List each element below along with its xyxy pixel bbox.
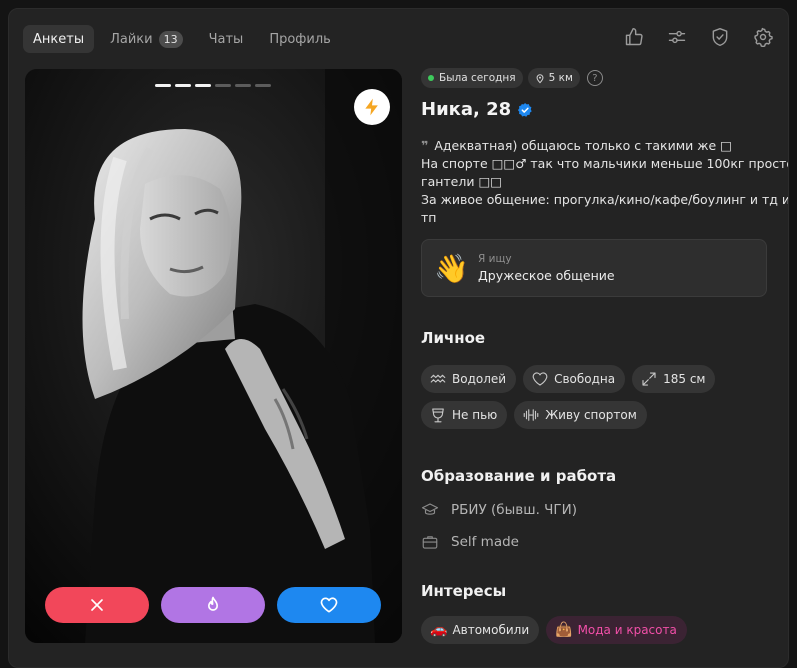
top-actions (602, 26, 774, 48)
tab-chats[interactable]: Чаты (199, 25, 254, 53)
personal-section-title: Личное (421, 329, 486, 347)
photo-progress-segment[interactable] (195, 84, 211, 87)
tab-label: Анкеты (33, 31, 85, 47)
shield-check-icon[interactable] (709, 26, 731, 48)
bio-line: тп (421, 210, 437, 225)
close-icon (91, 599, 103, 611)
looking-for-label: Я ищу (478, 253, 512, 265)
looking-for-value: Дружеское общение (478, 268, 615, 283)
personal-pill-alcohol: Не пью (421, 401, 508, 429)
gear-icon[interactable] (752, 26, 774, 48)
online-status-text: Была сегодня (439, 72, 516, 84)
tab-label: Профиль (269, 31, 331, 47)
online-dot (428, 75, 434, 81)
bio-line: На спорте □□♂ так что мальчики меньше 10… (421, 156, 789, 171)
glass-icon (432, 408, 444, 423)
photo-progress-segment[interactable] (255, 84, 271, 87)
pill-label: Свободна (554, 372, 616, 386)
photo-progress (155, 84, 275, 87)
profile-photo (25, 69, 402, 643)
tab-profile[interactable]: Профиль (259, 25, 341, 53)
tab-ankety[interactable]: Анкеты (23, 25, 95, 53)
distance-chip: 5 км (527, 68, 580, 88)
bio-line: За живое общение: прогулка/кино/кафе/боу… (421, 192, 789, 207)
personal-pill-status: Свободна (523, 365, 626, 393)
heart-icon (320, 597, 338, 613)
like-button[interactable] (277, 587, 381, 623)
looking-for-card: 👋 Я ищу Дружеское общение (421, 239, 767, 297)
pill-label: Водолей (452, 372, 507, 386)
dislike-button[interactable] (45, 587, 149, 623)
profile-name: Ника, 28 (421, 99, 512, 120)
bio-text: ❞ Адекватная) общаюсь только с такими же … (421, 137, 789, 227)
top-nav: Анкеты Лайки 13 Чаты Профиль (23, 25, 347, 53)
name-row: Ника, 28 (421, 99, 769, 120)
dumbbell-icon (523, 409, 539, 421)
interests-section-title: Интересы (421, 582, 507, 600)
pill-label: Не пью (452, 408, 498, 422)
interest-label: Мода и красота (577, 623, 677, 637)
personal-pill-zodiac: Водолей (421, 365, 517, 393)
photo-progress-segment[interactable] (175, 84, 191, 87)
tab-label: Лайки (110, 31, 153, 47)
interest-pill-fashion: 👜 Мода и красота (546, 616, 687, 644)
interest-pill-cars: 🚗 Автомобили (421, 616, 540, 644)
education-list: РБИУ (бывш. ЧГИ) Self made (421, 501, 769, 551)
tab-label: Чаты (208, 31, 244, 47)
bio-line: Адекватная) общаюсь только с такими же □ (434, 138, 732, 153)
flame-icon (208, 596, 218, 611)
photo-progress-segment[interactable] (215, 84, 231, 87)
personal-pill-sport: Живу спортом (514, 401, 647, 429)
tab-likes[interactable]: Лайки 13 (100, 25, 193, 53)
interests-pills: 🚗 Автомобили 👜 Мода и красота (421, 616, 769, 652)
waving-hand-icon: 👋 (434, 251, 469, 285)
interest-label: Автомобили (452, 623, 530, 637)
boost-button[interactable] (354, 89, 390, 125)
swipe-actions (45, 587, 381, 623)
pill-label: Живу спортом (545, 408, 637, 422)
distance-text: 5 км (548, 72, 573, 84)
expand-arrows-icon (642, 372, 656, 386)
briefcase-icon (422, 536, 438, 549)
likes-count-badge: 13 (158, 30, 183, 48)
personal-pills: Водолей Свободна 185 см Не пью Живу спор… (421, 365, 769, 437)
quote-icon: ❞ (421, 138, 429, 153)
work-label: Self made (451, 534, 519, 550)
pill-label: 185 см (663, 372, 706, 386)
handbag-icon: 👜 (555, 622, 573, 638)
education-section-title: Образование и работа (421, 467, 617, 485)
education-label: РБИУ (бывш. ЧГИ) (451, 502, 578, 518)
lightning-icon (365, 98, 378, 116)
location-pin-icon (536, 73, 544, 83)
superlike-button[interactable] (161, 587, 265, 623)
education-item: РБИУ (бывш. ЧГИ) (421, 501, 769, 519)
status-row: Была сегодня 5 км ? (421, 68, 769, 88)
online-status-chip: Была сегодня (421, 68, 523, 88)
app-window: Анкеты Лайки 13 Чаты Профиль Была сегодн… (8, 8, 789, 668)
profile-info: Была сегодня 5 км ? Ника, 28 ❞ Адекватная… (421, 68, 789, 652)
thumbs-up-icon[interactable] (623, 26, 645, 48)
aquarius-icon (430, 374, 446, 383)
graduation-cap-icon (421, 503, 439, 515)
photo-progress-segment[interactable] (235, 84, 251, 87)
profile-photo-card[interactable] (25, 69, 402, 643)
personal-pill-height: 185 см (632, 365, 716, 393)
bio-line: гантели □□ (421, 174, 503, 189)
photo-progress-segment[interactable] (155, 84, 171, 87)
car-icon: 🚗 (430, 622, 448, 638)
help-icon[interactable]: ? (586, 70, 603, 86)
work-item: Self made (421, 533, 769, 551)
verified-icon (518, 102, 532, 117)
heart-outline-icon (532, 372, 548, 386)
sliders-icon[interactable] (666, 26, 688, 48)
